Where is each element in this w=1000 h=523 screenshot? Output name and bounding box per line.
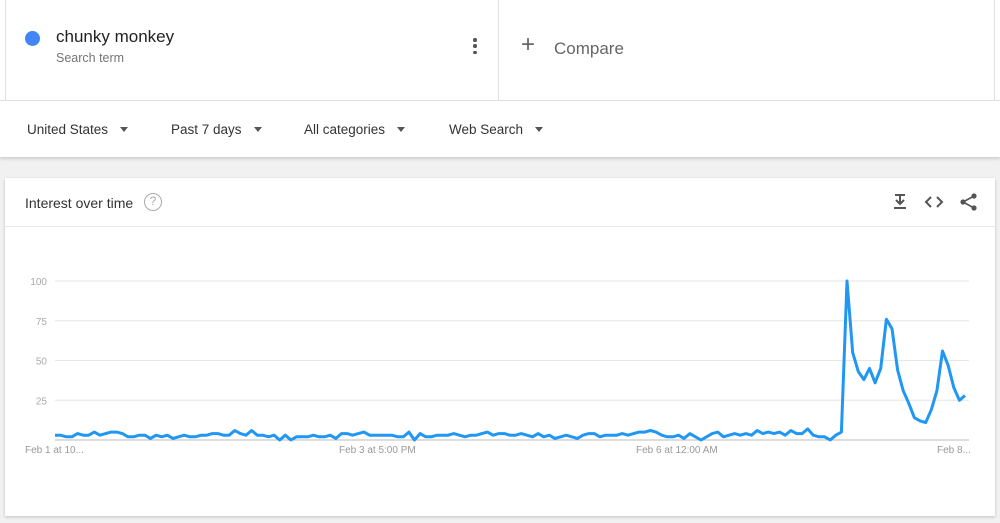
x-tick-label: Feb 8... xyxy=(937,445,971,456)
line-chart[interactable]: 25 50 75 100 Feb 1 at 10... Feb 3 at 5:00 PM F… xyxy=(5,178,995,516)
filter-category[interactable]: All categories xyxy=(304,122,406,137)
filter-label: Web Search xyxy=(449,122,524,137)
compare-button[interactable]: + Compare xyxy=(500,0,995,101)
interest-over-time-card: Interest over time ? 25 50 75 100 Feb 1 at 1… xyxy=(5,178,995,516)
y-tick-label: 100 xyxy=(30,277,47,288)
filter-label: Past 7 days xyxy=(171,122,242,137)
x-tick-label: Feb 6 at 12:00 AM xyxy=(636,445,718,456)
term-name[interactable]: chunky monkey xyxy=(56,27,174,47)
caret-down-icon xyxy=(397,127,406,132)
search-term-card[interactable]: chunky monkey Search term xyxy=(5,0,499,101)
y-tick-label: 50 xyxy=(36,357,48,368)
caret-down-icon xyxy=(253,127,262,132)
search-terms-bar: chunky monkey Search term + Compare xyxy=(0,0,1000,101)
filter-label: United States xyxy=(27,122,109,137)
y-tick-label: 25 xyxy=(36,396,48,407)
caret-down-icon xyxy=(120,127,129,132)
x-tick-label: Feb 3 at 5:00 PM xyxy=(339,445,416,456)
filter-time-range[interactable]: Past 7 days xyxy=(171,122,262,137)
y-tick-label: 75 xyxy=(36,317,48,328)
caret-down-icon xyxy=(535,127,544,132)
more-options-icon[interactable] xyxy=(468,36,482,56)
filter-region[interactable]: United States xyxy=(27,122,129,137)
plus-icon: + xyxy=(521,31,536,58)
compare-label: Compare xyxy=(554,39,624,58)
term-subtitle: Search term xyxy=(56,51,125,65)
term-color-dot xyxy=(25,31,40,46)
x-tick-label: Feb 1 at 10... xyxy=(25,445,84,456)
filter-search-type[interactable]: Web Search xyxy=(449,122,544,137)
filter-label: All categories xyxy=(304,122,386,137)
filters-bar: United States Past 7 days All categories… xyxy=(0,101,1000,157)
